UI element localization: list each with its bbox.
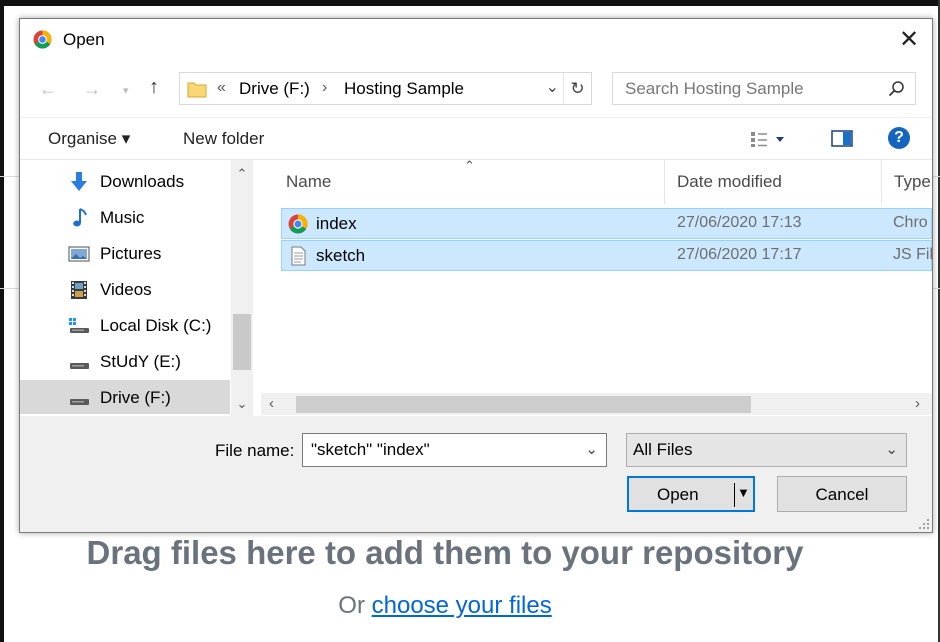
nav-pane-scrollbar[interactable]: ⌃ ⌄ <box>231 160 253 417</box>
file-type: Chro <box>893 214 928 231</box>
choose-files-line: Or choose your files <box>0 592 890 620</box>
column-header-name[interactable]: Name <box>286 160 331 204</box>
nav-item-study-e[interactable]: StUdY (E:) <box>20 344 230 378</box>
file-type-chevron-icon: ⌄ <box>885 441 898 458</box>
nav-item-label: StUdY (E:) <box>100 352 181 371</box>
drag-files-heading: Drag files here to add them to your repo… <box>86 534 804 571</box>
column-header-date-modified[interactable]: Date modified <box>677 160 782 204</box>
navigation-pane: Downloads Music Pictures Videos Local Di… <box>20 159 261 417</box>
nav-item-videos[interactable]: Videos <box>20 272 230 306</box>
cancel-button[interactable]: Cancel <box>777 476 907 512</box>
scrollbar-thumb[interactable] <box>233 314 251 370</box>
view-options-icon[interactable] <box>750 130 786 148</box>
help-icon[interactable]: ? <box>888 127 910 149</box>
breadcrumb-drive[interactable]: Drive (F:) <box>239 79 310 99</box>
file-name: index <box>316 214 357 233</box>
file-type: JS Fil <box>893 246 933 263</box>
cancel-button-label: Cancel <box>815 485 869 504</box>
nav-item-music[interactable]: Music <box>20 200 230 234</box>
folder-icon <box>187 82 207 98</box>
dialog-titlebar: Open ✕ <box>20 19 932 59</box>
nav-item-label: Local Disk (C:) <box>100 316 212 335</box>
nav-item-local-disk-c[interactable]: Local Disk (C:) <box>20 308 230 342</box>
drive-icon <box>70 363 89 369</box>
nav-item-drive-f[interactable]: Drive (F:) <box>20 380 230 414</box>
chrome-icon <box>33 30 52 49</box>
file-date-modified: 27/06/2020 17:13 <box>677 214 802 231</box>
pictures-icon <box>68 246 90 262</box>
download-arrow-icon <box>71 172 87 191</box>
or-text: Or <box>338 592 365 619</box>
search-icon[interactable] <box>888 80 905 97</box>
file-name-dropdown-chevron-icon[interactable]: ⌄ <box>585 440 598 458</box>
open-button-label: Open <box>657 485 699 504</box>
chrome-html-icon <box>288 214 308 234</box>
resize-grip-icon[interactable] <box>918 518 930 530</box>
music-note-icon <box>73 208 87 227</box>
new-folder-button[interactable]: New folder <box>183 129 264 149</box>
split-divider <box>734 483 735 507</box>
nav-item-label: Pictures <box>100 244 162 263</box>
file-type-select[interactable]: All Files ⌄ <box>626 433 907 467</box>
dialog-title: Open <box>63 30 105 49</box>
file-list: ⌃ Name Date modified Type index 27/06/20… <box>261 158 933 416</box>
file-list-horizontal-scrollbar[interactable]: ‹ › <box>261 393 932 415</box>
nav-item-pictures[interactable]: Pictures <box>20 236 230 270</box>
videos-icon <box>71 281 87 299</box>
file-name-label: File name: <box>215 441 295 460</box>
nav-item-label: Downloads <box>100 172 185 191</box>
sort-ascending-chevron-icon: ⌃ <box>464 158 475 173</box>
open-button[interactable]: Open ▼ <box>627 476 755 512</box>
file-type-value: All Files <box>633 440 693 459</box>
scroll-up-chevron-icon[interactable]: ⌃ <box>231 166 253 182</box>
file-name-input[interactable] <box>303 434 573 466</box>
column-header-type[interactable]: Type <box>894 160 931 204</box>
search-box <box>612 72 916 105</box>
search-input[interactable] <box>613 73 873 104</box>
refresh-icon[interactable]: ↻ <box>563 73 591 104</box>
address-dropdown-chevron-icon[interactable]: ⌄ <box>546 77 559 97</box>
back-arrow-icon[interactable]: ← <box>39 79 57 100</box>
js-file-icon <box>291 246 306 266</box>
page-top-border <box>0 0 940 6</box>
organise-menu[interactable]: Organise ▾ <box>48 129 130 149</box>
breadcrumb-hosting-sample[interactable]: Hosting Sample <box>344 79 464 99</box>
file-date-modified: 27/06/2020 17:17 <box>677 246 802 263</box>
scroll-right-chevron-icon[interactable]: › <box>915 395 920 412</box>
nav-item-label: Videos <box>100 280 152 299</box>
file-row-index[interactable]: index 27/06/2020 17:13 Chro <box>281 208 932 239</box>
windows-drive-icon <box>69 318 89 333</box>
close-icon[interactable]: ✕ <box>886 19 932 59</box>
up-arrow-icon[interactable]: ↑ <box>149 76 159 99</box>
breadcrumb-separator-icon[interactable]: › <box>322 79 327 97</box>
scroll-down-chevron-icon[interactable]: ⌄ <box>231 396 253 412</box>
dialog-footer: File name: ⌄ All Files ⌄ Open ▼ Cancel <box>20 416 932 532</box>
preview-pane-icon[interactable] <box>831 130 853 147</box>
file-row-sketch[interactable]: sketch 27/06/2020 17:17 JS Fil <box>281 240 933 271</box>
breadcrumb-overflow[interactable]: « <box>217 79 226 97</box>
nav-item-downloads[interactable]: Downloads <box>20 164 230 198</box>
column-divider[interactable] <box>881 160 882 204</box>
open-options-dropdown-icon[interactable]: ▼ <box>737 485 750 500</box>
column-divider[interactable] <box>664 160 665 204</box>
address-bar[interactable]: « Drive (F:) › Hosting Sample ⌄ ↻ <box>179 72 592 105</box>
choose-files-link[interactable]: choose your files <box>372 592 552 619</box>
dialog-toolbar: Organise ▾ New folder ? <box>20 117 932 159</box>
address-row: ← → ▾ ↑ « Drive (F:) › Hosting Sample ⌄ … <box>20 59 932 117</box>
forward-arrow-icon[interactable]: → <box>83 79 101 100</box>
scroll-left-chevron-icon[interactable]: ‹ <box>269 395 274 412</box>
drive-icon <box>70 399 89 405</box>
file-name-combobox: ⌄ <box>302 433 607 467</box>
scrollbar-thumb[interactable] <box>296 396 751 413</box>
recent-locations-chevron-icon[interactable]: ▾ <box>123 84 129 97</box>
nav-item-label: Drive (F:) <box>100 388 171 407</box>
file-name: sketch <box>316 246 366 265</box>
open-file-dialog: Open ✕ ← → ▾ ↑ « Drive (F:) › Hosting Sa… <box>19 18 933 533</box>
nav-item-label: Music <box>100 208 145 227</box>
